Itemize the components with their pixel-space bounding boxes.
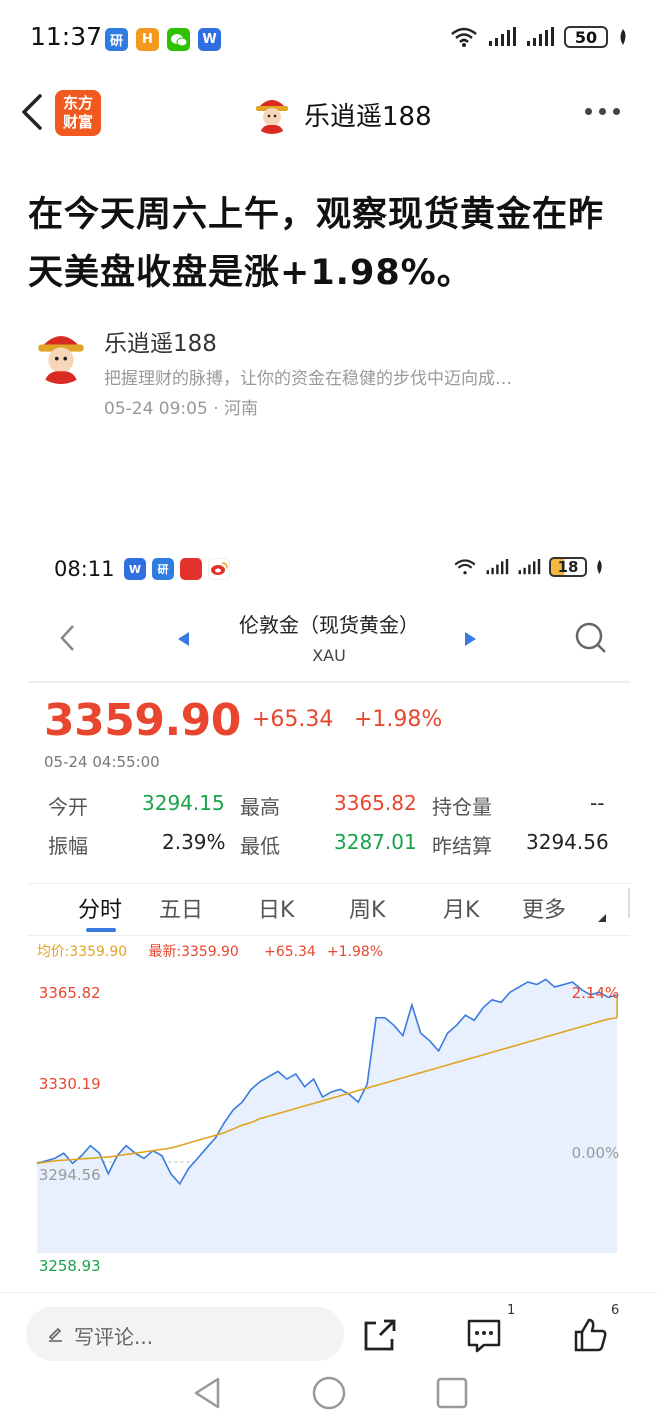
pen-icon <box>48 1327 62 1342</box>
news-app-icon <box>180 558 202 580</box>
wechat-icon <box>167 28 190 51</box>
embedded-screenshot[interactable]: 08:11 W 研 18 伦敦金（现货黄金） XAU 3359.90 +65.3… <box>28 545 630 1275</box>
legend-avg: 均价:3359.90 <box>37 944 127 960</box>
embedded-status-time: 08:11 <box>54 557 115 581</box>
tab-more-corner-icon <box>598 914 606 922</box>
legend-latest: 最新:3359.90 <box>149 944 239 960</box>
like-count: 6 <box>611 1303 620 1318</box>
eastmoney-logo[interactable]: 东方 财富 <box>55 90 101 136</box>
y-tick-left: 3365.82 <box>39 984 101 1002</box>
leaf-icon <box>620 29 626 45</box>
open-interest-label: 持仓量 <box>432 795 492 819</box>
high-label: 最高 <box>240 795 280 819</box>
nav-home-icon[interactable] <box>312 1376 346 1410</box>
signal-icon-2 <box>527 27 554 46</box>
signal-icon-2 <box>518 559 541 575</box>
tab-separator <box>628 888 630 918</box>
author-description: 把握理财的脉搏，让你的资金在稳健的步伐中迈向成… <box>104 369 512 389</box>
logo-line1: 东方 <box>62 94 93 112</box>
tab-weekly-k[interactable]: 周K <box>349 892 385 924</box>
embedded-indicators: 18 <box>453 557 604 577</box>
embedded-app-icons: W 研 <box>124 558 230 580</box>
y-tick-left: 3294.56 <box>39 1166 101 1184</box>
divider <box>28 681 630 683</box>
search-icon[interactable] <box>574 621 608 655</box>
instrument-title: 伦敦金（现货黄金） <box>239 613 419 637</box>
instrument-code: XAU <box>312 646 346 665</box>
wifi-icon <box>454 559 476 575</box>
post-title: 在今天周六上午，观察现货黄金在昨天美盘收盘是涨+1.98%。 <box>28 195 605 293</box>
intraday-chart[interactable]: 均价:3359.90 最新:3359.90 +65.34 +1.98% 3365… <box>28 935 630 1275</box>
signal-icon <box>486 559 509 575</box>
last-price: 3359.90 <box>44 695 241 746</box>
wifi-icon <box>451 27 477 47</box>
author-name[interactable]: 乐逍遥188 <box>104 324 217 358</box>
open-value: 3294.15 <box>142 791 225 815</box>
battery-indicator: 50 <box>564 26 608 48</box>
amplitude-value: 2.39% <box>162 830 226 854</box>
like-icon[interactable] <box>570 1315 610 1355</box>
top-nav: 东方 财富 乐逍遥188 <box>0 78 658 148</box>
logo-line2: 财富 <box>62 113 93 131</box>
comment-icon[interactable] <box>464 1315 504 1355</box>
status-bar: 11:37 研 H W 50 <box>0 0 658 78</box>
system-nav-bar <box>194 1376 468 1410</box>
tab-intraday[interactable]: 分时 <box>78 892 122 924</box>
author-avatar-small[interactable] <box>250 90 294 134</box>
price-area <box>36 979 618 1254</box>
settle-value: 3294.56 <box>526 830 609 854</box>
research-app-icon: 研 <box>152 558 174 580</box>
open-label: 今开 <box>48 795 88 819</box>
more-options-icon[interactable] <box>585 108 620 115</box>
h-app-icon: H <box>136 28 159 51</box>
weibo-icon <box>208 558 230 580</box>
status-time: 11:37 <box>30 22 103 51</box>
research-app-icon: 研 <box>105 28 128 51</box>
comment-count: 1 <box>507 1303 516 1318</box>
y-tick-left: 3330.19 <box>39 1075 101 1093</box>
active-tab-indicator <box>86 928 116 932</box>
leaf-icon <box>597 560 602 574</box>
author-avatar[interactable] <box>30 322 92 384</box>
embedded-status-bar: 08:11 W 研 18 <box>28 545 630 593</box>
back-arrow-icon[interactable] <box>18 92 48 132</box>
y-tick-right: 2.14% <box>572 984 619 1002</box>
next-instrument-icon[interactable] <box>465 632 476 646</box>
tab-daily-k[interactable]: 日K <box>258 892 294 924</box>
comment-placeholder: 写评论... <box>74 1325 154 1349</box>
legend-change: +65.34 <box>264 944 316 960</box>
w-app-icon: W <box>198 28 221 51</box>
low-value: 3287.01 <box>334 830 417 854</box>
tab-five-day[interactable]: 五日 <box>159 892 203 924</box>
header-author-name[interactable]: 乐逍遥188 <box>304 96 432 133</box>
nav-recents-icon[interactable] <box>436 1377 468 1409</box>
amplitude-label: 振幅 <box>48 834 88 858</box>
price-change-pct: +1.98% <box>354 707 443 732</box>
status-indicators: 50 <box>450 26 628 48</box>
high-value: 3365.82 <box>334 791 417 815</box>
quote-time: 05-24 04:55:00 <box>44 753 160 771</box>
signal-icon <box>489 27 516 46</box>
embedded-battery: 18 <box>549 557 587 577</box>
comment-input[interactable]: 写评论... <box>26 1307 344 1361</box>
low-label: 最低 <box>240 834 280 858</box>
y-tick-left: 3258.93 <box>39 1257 101 1275</box>
legend-pct: +1.98% <box>327 944 383 960</box>
chart-tabs: 分时 五日 日K 周K 月K 更多 <box>28 883 630 933</box>
nav-back-icon[interactable] <box>194 1377 220 1409</box>
tab-more[interactable]: 更多 <box>522 892 566 924</box>
tab-monthly-k[interactable]: 月K <box>443 892 479 924</box>
post-meta: 05-24 09:05 · 河南 <box>104 399 259 419</box>
embedded-nav: 伦敦金（现货黄金） XAU <box>28 605 630 675</box>
w-app-icon: W <box>124 558 146 580</box>
open-interest-value: -- <box>590 791 605 815</box>
bottom-bar: 写评论... 1 6 <box>0 1292 658 1416</box>
y-tick-right: 0.00% <box>572 1144 619 1162</box>
share-icon[interactable] <box>360 1315 400 1355</box>
status-app-icons: 研 H W <box>105 28 221 51</box>
price-change: +65.34 <box>252 707 334 732</box>
settle-label: 昨结算 <box>432 834 492 858</box>
